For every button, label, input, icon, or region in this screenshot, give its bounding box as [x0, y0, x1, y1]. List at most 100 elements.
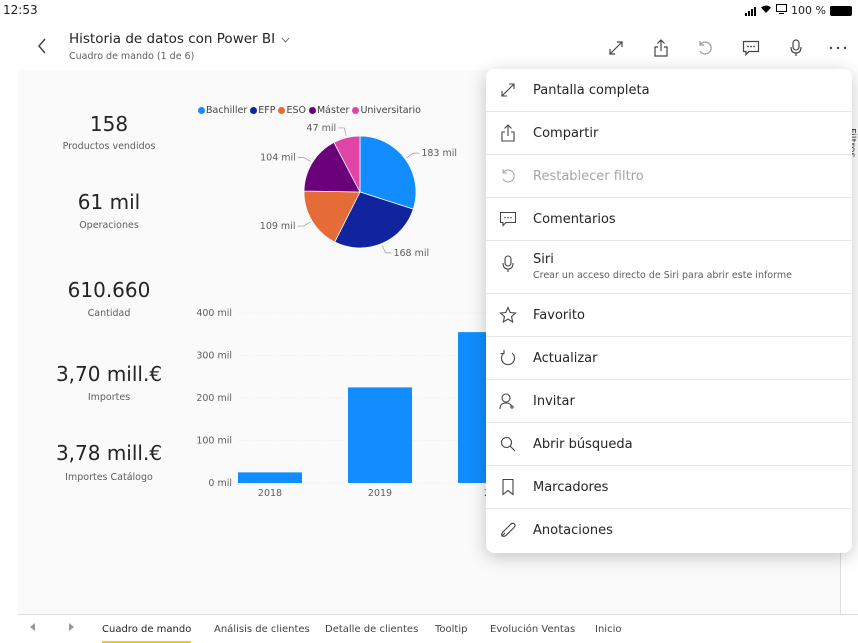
- legend-label: Máster: [316, 105, 350, 116]
- legend-marker: [198, 107, 205, 114]
- menu-item-label: Marcadores: [533, 480, 609, 495]
- menu-item-marcadores[interactable]: Marcadores: [486, 466, 852, 509]
- kpi-card-label: Cantidad: [87, 308, 131, 319]
- menu-item-favorito[interactable]: Favorito: [486, 294, 852, 337]
- bookmark-icon: [499, 478, 517, 496]
- status-bar: 12:53 100 %: [0, 0, 858, 24]
- comment-icon: [499, 210, 517, 228]
- menu-item-siri[interactable]: Siri Crear un acceso directo de Siri para…: [486, 241, 852, 294]
- tab-detalle-de-clientes[interactable]: Detalle de clientes: [325, 624, 418, 635]
- bar[interactable]: [348, 387, 412, 483]
- share-icon: [654, 39, 668, 57]
- screen-mirror-icon: [776, 4, 788, 17]
- x-tick-label: 2019: [368, 488, 392, 499]
- star-icon: [499, 306, 517, 324]
- x-tick-label: 2018: [258, 488, 282, 499]
- menu-item-anotaciones[interactable]: Anotaciones: [486, 509, 852, 552]
- kpi-card-value[interactable]: 3,78 mill.€: [34, 441, 184, 465]
- bar-chart[interactable]: 0 mil 100 mil 200 mil 300 mil 400 mil 2018 201…: [190, 300, 490, 505]
- legend-entry[interactable]: Bachiller: [198, 105, 247, 116]
- tab-tooltip[interactable]: Tooltip: [435, 624, 467, 635]
- report-title[interactable]: Historia de datos con Power BI: [69, 31, 290, 47]
- back-button[interactable]: [32, 34, 52, 58]
- kpi-card-label: Importes: [87, 392, 131, 403]
- menu-item-label: Favorito: [533, 308, 585, 323]
- tab-prev-button[interactable]: [30, 623, 36, 634]
- menu-item-pantalla-completa[interactable]: Pantalla completa: [486, 69, 852, 112]
- tab-inicio[interactable]: Inicio: [595, 624, 621, 635]
- more-options-menu: Pantalla completa Compartir Restablecer fi…: [486, 69, 852, 553]
- chevron-down-icon: [282, 37, 290, 43]
- reset-filter-button[interactable]: [693, 36, 717, 60]
- reset-icon: [699, 41, 712, 55]
- chevron-left-icon: [38, 38, 46, 54]
- kpi-card-value[interactable]: 158: [34, 112, 184, 136]
- menu-item-label: Anotaciones: [533, 523, 613, 538]
- pie-leader-line: [297, 221, 311, 227]
- report-header: Historia de datos con Power BI Cuadro de…: [18, 24, 858, 70]
- kpi-card-value[interactable]: 3,70 mill.€: [34, 362, 184, 386]
- share-icon: [499, 124, 517, 142]
- share-button[interactable]: [649, 36, 673, 60]
- legend-entry[interactable]: Máster: [308, 105, 350, 116]
- bar[interactable]: [238, 472, 302, 483]
- y-tick-label: 400 mil: [196, 308, 232, 319]
- refresh-icon: [499, 349, 517, 367]
- left-edge: [0, 0, 18, 643]
- pie-leader-line: [382, 245, 392, 254]
- wifi-icon: [760, 4, 772, 17]
- search-icon: [499, 435, 517, 453]
- legend-marker: [278, 107, 286, 114]
- fullscreen-button[interactable]: [604, 36, 628, 60]
- legend-entry[interactable]: Universitario: [352, 105, 421, 116]
- tab-evolucion-ventas[interactable]: Evolución Ventas: [490, 624, 575, 635]
- menu-item-actualizar[interactable]: Actualizar: [486, 337, 852, 380]
- menu-item-sublabel: Crear un acceso directo de Siri para abr…: [533, 270, 792, 281]
- pie-chart[interactable]: 183 mil 168 mil 109 mil 104 mil 47 mil: [240, 120, 480, 265]
- legend-entry[interactable]: EFP: [250, 105, 275, 116]
- battery-icon: [830, 5, 852, 16]
- legend-label: Bachiller: [206, 105, 248, 116]
- pie-data-label: 47 mil: [307, 123, 337, 134]
- menu-item-restablecer-filtro[interactable]: Restablecer filtro: [486, 155, 852, 198]
- menu-item-label: Comentarios: [533, 212, 616, 227]
- microphone-icon: [499, 255, 517, 273]
- legend-label: ESO: [286, 105, 306, 116]
- y-tick-label: 300 mil: [196, 351, 232, 362]
- tab-cuadro-de-mando[interactable]: Cuadro de mando: [102, 624, 192, 643]
- tab-analisis-de-clientes[interactable]: Análisis de clientes: [214, 624, 310, 635]
- kpi-card-value[interactable]: 61 mil: [34, 190, 184, 214]
- siri-button[interactable]: [784, 36, 808, 60]
- annotate-icon: [499, 521, 517, 539]
- legend-marker: [308, 107, 316, 114]
- report-subtitle: Cuadro de mando (1 de 6): [69, 51, 195, 62]
- legend-marker: [352, 107, 360, 114]
- kpi-card-label: Operaciones: [79, 220, 139, 231]
- legend-entry[interactable]: ESO: [278, 105, 306, 116]
- menu-item-label: Pantalla completa: [533, 83, 650, 98]
- more-options-button[interactable]: [826, 36, 850, 60]
- comments-button[interactable]: [739, 36, 763, 60]
- kpi-card-label: Productos vendidos: [62, 141, 156, 152]
- kpi-card-value[interactable]: 610.660: [34, 278, 184, 302]
- menu-item-abrir-busqueda[interactable]: Abrir búsqueda: [486, 423, 852, 466]
- status-time: 12:53: [3, 3, 38, 17]
- status-indicators: 100 %: [745, 4, 852, 17]
- y-tick-label: 200 mil: [196, 393, 232, 404]
- menu-item-comentarios[interactable]: Comentarios: [486, 198, 852, 241]
- menu-item-label: Invitar: [533, 394, 575, 409]
- more-icon: [829, 46, 847, 50]
- report-title-text: Historia de datos con Power BI: [69, 31, 276, 47]
- kpi-card-label: Importes Catálogo: [65, 472, 153, 483]
- menu-item-invitar[interactable]: Invitar: [486, 380, 852, 423]
- pie-data-label: 168 mil: [393, 248, 429, 259]
- y-tick-label: 100 mil: [196, 436, 232, 447]
- menu-item-compartir[interactable]: Compartir: [486, 112, 852, 155]
- signal-icon: [745, 6, 757, 16]
- pie-data-label: 183 mil: [421, 148, 457, 159]
- tab-next-button[interactable]: [68, 623, 74, 634]
- pie-leader-line: [338, 127, 347, 136]
- pie-legend: Bachiller EFP ESO Máster Universitario: [198, 105, 421, 116]
- triangle-right-icon: [69, 623, 74, 631]
- battery-percent: 100 %: [791, 4, 826, 17]
